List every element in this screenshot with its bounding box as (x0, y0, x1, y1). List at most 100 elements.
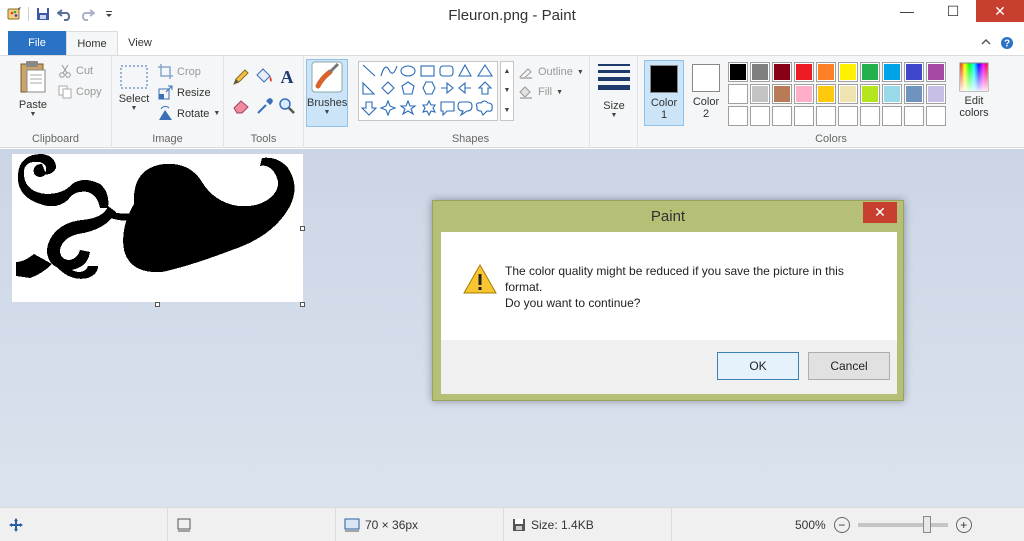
rectangular-callout-icon[interactable] (440, 101, 455, 117)
tab-home[interactable]: Home (66, 31, 118, 56)
gallery-scroll-up-icon[interactable]: ▲ (504, 68, 511, 75)
paste-button[interactable]: Paste ▼ (10, 60, 56, 118)
line-shape-icon[interactable] (362, 64, 376, 77)
brushes-button[interactable]: Brushes ▼ (306, 59, 348, 127)
six-point-star-icon[interactable] (421, 99, 437, 117)
palette-swatch[interactable] (728, 62, 748, 82)
palette-swatch[interactable] (728, 84, 748, 104)
pencil-icon[interactable] (232, 68, 250, 89)
pentagon-shape-icon[interactable] (401, 81, 415, 95)
rotate-dropdown-arrow[interactable]: ▼ (213, 110, 220, 117)
gallery-scroll-down-icon[interactable]: ▼ (504, 87, 511, 94)
triangle-shape-icon[interactable] (476, 63, 494, 77)
palette-swatch-empty[interactable] (816, 106, 836, 126)
palette-swatch[interactable] (926, 84, 946, 104)
magnifier-icon[interactable] (278, 97, 296, 118)
palette-swatch-empty[interactable] (860, 106, 880, 126)
text-tool-icon[interactable]: A (278, 67, 296, 88)
palette-swatch[interactable] (772, 62, 792, 82)
cloud-callout-icon[interactable] (475, 100, 493, 116)
fill-dropdown-arrow[interactable]: ▼ (556, 89, 563, 96)
palette-swatch[interactable] (838, 62, 858, 82)
oval-shape-icon[interactable] (400, 65, 416, 77)
palette-swatch[interactable] (794, 62, 814, 82)
palette-swatch[interactable] (860, 84, 880, 104)
palette-swatch[interactable] (816, 84, 836, 104)
palette-swatch[interactable] (860, 62, 880, 82)
crop-button[interactable]: Crop (158, 64, 201, 79)
dialog-close-button[interactable]: ✕ (863, 202, 897, 223)
palette-swatch-empty[interactable] (794, 106, 814, 126)
rotate-button[interactable]: Rotate ▼ (158, 106, 220, 121)
palette-swatch[interactable] (904, 84, 924, 104)
color2-button[interactable]: Color 2 (686, 60, 726, 126)
palette-swatch-empty[interactable] (904, 106, 924, 126)
palette-swatch[interactable] (794, 84, 814, 104)
select-button[interactable]: Select ▼ (116, 64, 152, 112)
size-button[interactable]: Size ▼ (594, 62, 634, 119)
select-dropdown-arrow[interactable]: ▼ (116, 105, 152, 112)
resize-button[interactable]: Resize (158, 85, 211, 100)
outline-dropdown-arrow[interactable]: ▼ (577, 69, 584, 76)
drawing-canvas[interactable] (12, 154, 303, 302)
maximize-button[interactable]: ☐ (930, 0, 976, 22)
zoom-slider[interactable] (857, 515, 948, 533)
palette-swatch-empty[interactable] (728, 106, 748, 126)
close-window-button[interactable]: ✕ (976, 0, 1024, 22)
zoom-out-button[interactable]: − (833, 516, 850, 533)
cancel-button[interactable]: Cancel (808, 352, 890, 380)
palette-swatch[interactable] (838, 84, 858, 104)
resize-handle-bottom[interactable] (155, 302, 160, 307)
size-dropdown-arrow[interactable]: ▼ (594, 112, 634, 119)
brushes-dropdown-arrow[interactable]: ▼ (307, 109, 347, 116)
palette-swatch[interactable] (926, 62, 946, 82)
palette-swatch[interactable] (816, 62, 836, 82)
resize-handle-corner[interactable] (300, 302, 305, 307)
palette-swatch-empty[interactable] (882, 106, 902, 126)
edit-colors-button[interactable]: Edit colors (956, 62, 992, 119)
resize-handle-right[interactable] (300, 226, 305, 231)
copy-button[interactable]: Copy (58, 85, 102, 99)
shapes-gallery[interactable] (358, 61, 498, 121)
curve-shape-icon[interactable] (380, 65, 398, 77)
minimize-button[interactable]: — (884, 0, 930, 22)
polygon-shape-icon[interactable] (458, 63, 472, 77)
tab-file[interactable]: File (8, 31, 66, 55)
cut-button[interactable]: Cut (58, 64, 93, 78)
hexagon-shape-icon[interactable] (422, 81, 436, 95)
color-picker-icon[interactable] (256, 97, 274, 118)
tab-view[interactable]: View (118, 31, 162, 55)
help-icon[interactable]: ? (1000, 36, 1014, 53)
fill-button[interactable]: Fill ▼ (518, 85, 563, 99)
zoom-in-button[interactable]: + (955, 516, 972, 533)
palette-swatch[interactable] (750, 62, 770, 82)
oval-callout-icon[interactable] (457, 101, 473, 117)
palette-swatch[interactable] (882, 62, 902, 82)
eraser-icon[interactable] (232, 98, 250, 117)
shapes-gallery-scroll[interactable]: ▲ ▼ ▼ (500, 61, 514, 121)
right-arrow-shape-icon[interactable] (441, 81, 454, 95)
diamond-shape-icon[interactable] (381, 81, 395, 95)
palette-swatch[interactable] (904, 62, 924, 82)
palette-swatch[interactable] (882, 84, 902, 104)
palette-swatch-empty[interactable] (772, 106, 792, 126)
ok-button[interactable]: OK (717, 352, 799, 380)
paste-dropdown-arrow[interactable]: ▼ (10, 111, 56, 118)
rounded-rectangle-shape-icon[interactable] (439, 65, 454, 77)
minimize-ribbon-icon[interactable] (980, 36, 992, 53)
outline-button[interactable]: Outline ▼ (518, 65, 584, 79)
palette-swatch-empty[interactable] (838, 106, 858, 126)
color1-button[interactable]: Color 1 (644, 60, 684, 126)
rectangle-shape-icon[interactable] (420, 65, 435, 77)
five-point-star-icon[interactable] (399, 99, 417, 116)
gallery-expand-icon[interactable]: ▼ (504, 107, 511, 114)
palette-swatch[interactable] (772, 84, 792, 104)
palette-swatch-empty[interactable] (926, 106, 946, 126)
right-triangle-shape-icon[interactable] (362, 81, 376, 95)
down-arrow-shape-icon[interactable] (360, 101, 378, 116)
zoom-slider-thumb[interactable] (923, 515, 932, 533)
palette-swatch[interactable] (750, 84, 770, 104)
up-arrow-shape-icon[interactable] (477, 81, 493, 95)
left-arrow-shape-icon[interactable] (458, 81, 471, 95)
four-point-star-icon[interactable] (379, 99, 397, 117)
